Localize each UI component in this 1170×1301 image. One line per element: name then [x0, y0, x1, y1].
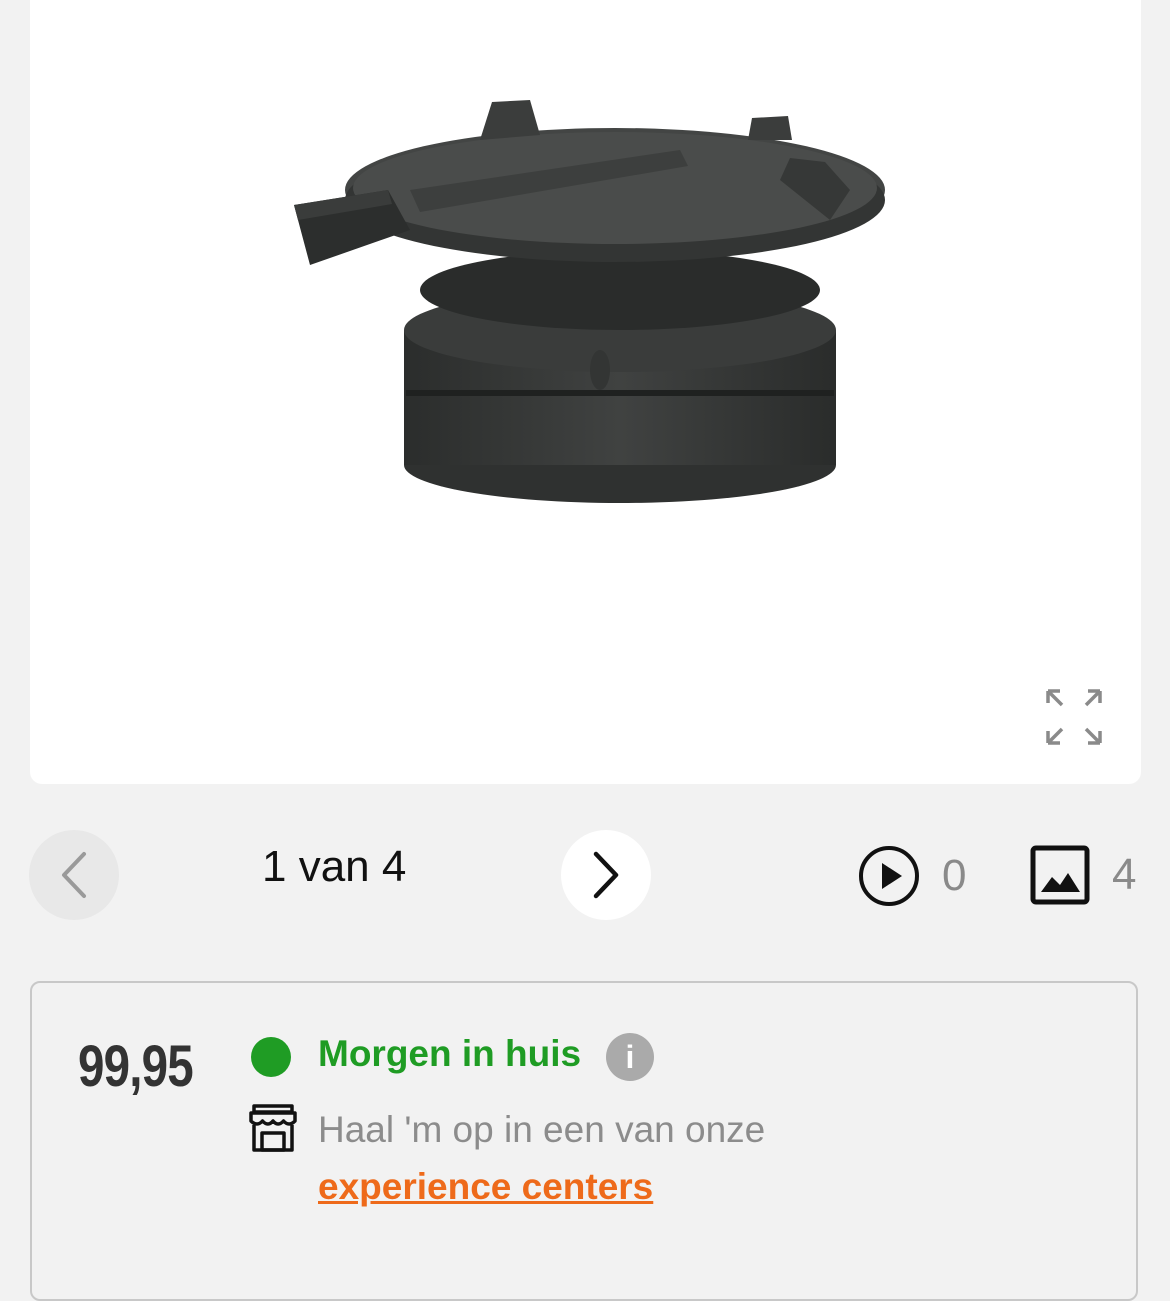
- product-image-card: [30, 0, 1141, 784]
- store-icon: [249, 1104, 297, 1152]
- experience-centers-link[interactable]: experience centers: [318, 1166, 653, 1208]
- image-icon: [1030, 845, 1090, 905]
- delivery-status: Morgen in huis: [318, 1033, 582, 1074]
- next-image-button[interactable]: [561, 830, 651, 920]
- delivery-status-dot: [251, 1037, 291, 1077]
- photo-count-button[interactable]: 4: [1030, 845, 1136, 905]
- play-icon: [859, 846, 919, 906]
- pickup-text: Haal 'm op in een van onze: [318, 1109, 766, 1150]
- expand-icon: [1046, 689, 1102, 745]
- previous-image-button[interactable]: [29, 830, 119, 920]
- page-indicator: 1 van 4: [262, 842, 407, 891]
- info-icon[interactable]: i: [606, 1033, 654, 1081]
- product-photo[interactable]: [260, 80, 900, 520]
- price: 99,95: [78, 1034, 194, 1099]
- chevron-left-icon: [62, 852, 86, 898]
- gallery-pager: 1 van 4 0 4: [0, 820, 1170, 930]
- fullscreen-button[interactable]: [1040, 685, 1108, 751]
- photo-count: 4: [1112, 850, 1137, 899]
- video-count: 0: [942, 851, 967, 900]
- chevron-right-icon: [593, 851, 619, 899]
- purchase-info-box: 99,95 Morgen in huis i Haal 'm op in een…: [30, 981, 1138, 1301]
- video-count-button[interactable]: 0: [858, 845, 966, 907]
